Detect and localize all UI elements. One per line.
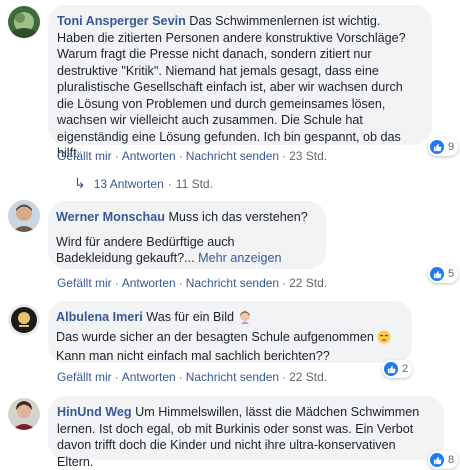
reply-arrow-icon: ↳ [74, 175, 86, 191]
woman-facepalm-emoji-icon [238, 310, 252, 329]
reply-link[interactable]: Antworten [122, 370, 176, 384]
comment-bubble: Toni Ansperger Sevin Das Schwimmenlernen… [48, 5, 432, 160]
timestamp[interactable]: 22 Std. [289, 370, 327, 384]
reaction-count[interactable]: 8 [428, 451, 459, 469]
reaction-number: 2 [402, 363, 409, 375]
avatar[interactable] [8, 398, 40, 430]
like-link[interactable]: Gefällt mir [57, 276, 112, 290]
separator: · [114, 370, 119, 384]
unamused-face-emoji-icon [377, 330, 391, 349]
comment-text: Das Schwimmenlernen ist wichtig. Haben d… [57, 14, 406, 160]
separator: · [114, 149, 119, 163]
comment-bubble: Albulena Imeri Was für ein Bild Das wurd… [48, 301, 412, 363]
thumbs-up-icon [430, 267, 444, 281]
comment-bubble: Werner Monschau Muss ich das verstehen? … [48, 201, 326, 269]
thumbs-up-icon [384, 362, 398, 376]
reaction-number: 5 [448, 268, 455, 280]
comment-text: Kann man nicht einfach mal sachlich beri… [56, 349, 330, 363]
separator: · [282, 149, 287, 163]
comment-bubble: HinUnd Weg Um Himmelswillen, lässt die M… [48, 396, 444, 469]
separator: · [282, 370, 287, 384]
avatar[interactable] [8, 200, 40, 232]
see-more-link[interactable]: Mehr anzeigen [198, 251, 281, 265]
comment-author[interactable]: Toni Ansperger Sevin [57, 14, 186, 28]
replies-time: 11 Std. [175, 177, 213, 191]
thumbs-up-icon [430, 453, 444, 467]
send-message-link[interactable]: Nachricht senden [186, 149, 279, 163]
replies-toggle[interactable]: ↳ 13 Antworten · 11 Std. [74, 175, 213, 192]
reply-link[interactable]: Antworten [122, 276, 176, 290]
avatar[interactable] [8, 6, 40, 38]
separator: · [282, 276, 287, 290]
reaction-count[interactable]: 9 [428, 138, 459, 156]
replies-count-link[interactable]: 13 Antworten [94, 177, 164, 191]
comment-author[interactable]: Werner Monschau [56, 210, 165, 224]
reaction-number: 8 [448, 454, 455, 466]
avatar[interactable] [8, 304, 40, 336]
send-message-link[interactable]: Nachricht senden [186, 276, 279, 290]
comment-author[interactable]: Albulena Imeri [56, 310, 143, 324]
comment-actions: Gefällt mir · Antworten · Nachricht senden · 2… [57, 149, 327, 163]
separator: · [178, 370, 183, 384]
comment-text: Muss ich das verstehen? [168, 210, 308, 224]
timestamp[interactable]: 22 Std. [289, 276, 327, 290]
separator: · [167, 177, 172, 191]
separator: · [178, 149, 183, 163]
comment-actions: Gefällt mir · Antworten · Nachricht senden · 2… [57, 370, 327, 384]
send-message-link[interactable]: Nachricht senden [186, 370, 279, 384]
thumbs-up-icon [430, 140, 444, 154]
like-link[interactable]: Gefällt mir [57, 149, 112, 163]
reply-link[interactable]: Antworten [122, 149, 176, 163]
comment-author[interactable]: HinUnd Weg [57, 405, 132, 419]
separator: · [114, 276, 119, 290]
comment-text: Das wurde sicher an der besagten Schule … [56, 329, 374, 344]
timestamp[interactable]: 23 Std. [289, 149, 327, 163]
reaction-count[interactable]: 2 [382, 360, 413, 378]
reaction-number: 9 [448, 141, 455, 153]
reaction-count[interactable]: 5 [428, 265, 459, 283]
separator: · [178, 276, 183, 290]
comment-text: Was für ein Bild [146, 310, 235, 324]
like-link[interactable]: Gefällt mir [57, 370, 112, 384]
comment-actions: Gefällt mir · Antworten · Nachricht senden · 2… [57, 276, 327, 290]
